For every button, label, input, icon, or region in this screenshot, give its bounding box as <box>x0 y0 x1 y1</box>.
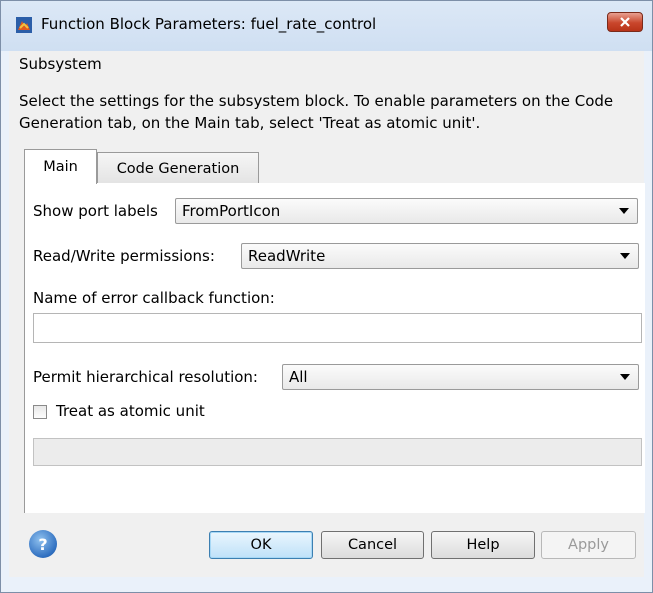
tab-code-generation[interactable]: Code Generation <box>97 152 259 185</box>
cancel-button[interactable]: Cancel <box>321 531 424 559</box>
group-description: Select the settings for the subsystem bl… <box>19 92 614 132</box>
tab-main-label: Main <box>43 159 78 175</box>
chevron-down-icon <box>620 374 630 380</box>
dialog-window: Function Block Parameters: fuel_rate_con… <box>0 0 653 593</box>
read-write-permissions-dropdown[interactable]: ReadWrite <box>241 243 639 269</box>
atomic-unit-disabled-field <box>33 438 642 466</box>
window-title: Function Block Parameters: fuel_rate_con… <box>41 15 377 33</box>
chevron-down-icon <box>619 208 629 214</box>
read-write-permissions-label: Read/Write permissions: <box>33 247 215 265</box>
group-label: Subsystem <box>19 55 102 73</box>
atomic-unit-checkbox[interactable] <box>33 405 47 419</box>
main-tab-panel: Show port labels FromPortIcon Read/Write… <box>24 183 645 513</box>
chevron-down-icon <box>620 253 630 259</box>
hierarchical-resolution-dropdown[interactable]: All <box>282 364 639 390</box>
dialog-body: Subsystem Select the settings for the su… <box>9 51 645 577</box>
error-callback-input[interactable] <box>33 313 642 343</box>
apply-button[interactable]: Apply <box>541 531 636 559</box>
ok-button[interactable]: OK <box>209 531 313 559</box>
read-write-permissions-value: ReadWrite <box>248 247 326 265</box>
show-port-labels-value: FromPortIcon <box>182 202 281 220</box>
close-button[interactable] <box>607 12 643 32</box>
atomic-unit-label[interactable]: Treat as atomic unit <box>56 402 205 420</box>
help-question-icon[interactable]: ? <box>29 530 57 558</box>
close-icon <box>620 17 630 27</box>
tab-code-generation-label: Code Generation <box>116 160 240 177</box>
show-port-labels-dropdown[interactable]: FromPortIcon <box>175 198 638 224</box>
hierarchical-resolution-label: Permit hierarchical resolution: <box>33 368 258 386</box>
tab-main[interactable]: Main <box>24 149 97 184</box>
show-port-labels-label: Show port labels <box>33 202 158 220</box>
hierarchical-resolution-value: All <box>289 368 308 386</box>
error-callback-label: Name of error callback function: <box>33 289 275 307</box>
button-bar: ? OK Cancel Help Apply <box>9 513 644 577</box>
help-button[interactable]: Help <box>431 531 535 559</box>
simulink-app-icon <box>16 17 32 33</box>
title-bar[interactable]: Function Block Parameters: fuel_rate_con… <box>1 1 652 51</box>
